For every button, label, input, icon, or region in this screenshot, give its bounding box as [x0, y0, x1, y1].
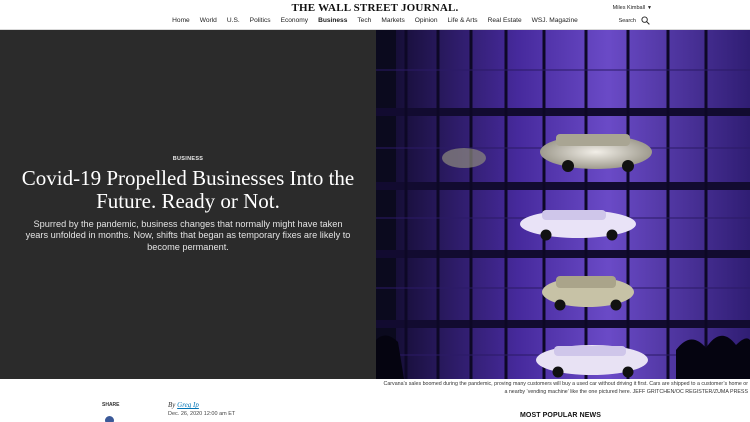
site-header: THE WALL STREET JOURNAL. Miles Kimball ▼ …: [0, 0, 750, 30]
facebook-share-icon[interactable]: [105, 416, 114, 422]
nav-item-politics[interactable]: Politics: [250, 17, 271, 24]
nav-item-real-estate[interactable]: Real Estate: [488, 17, 522, 24]
byline: By Greg Ip: [168, 401, 199, 409]
share-label: SHARE: [102, 402, 120, 408]
nav-item-u-s[interactable]: U.S.: [227, 17, 240, 24]
user-name: Miles Kimball: [612, 5, 646, 11]
publish-date: Dec. 26, 2020 12:00 am ET: [168, 411, 236, 417]
photo-caption: Carvana’s sales boomed during the pandem…: [383, 381, 748, 395]
author-link[interactable]: Greg Ip: [177, 401, 199, 409]
search-label: Search: [618, 17, 636, 24]
nav-item-business[interactable]: Business: [318, 17, 347, 24]
search-icon: [641, 16, 650, 25]
article-dek: Spurred by the pandemic, business change…: [25, 218, 351, 252]
byline-prefix: By: [168, 401, 176, 409]
article-headline: Covid-19 Propelled Businesses Into the F…: [21, 165, 355, 213]
most-popular-heading: MOST POPULAR NEWS: [520, 412, 602, 419]
hero-photo: [376, 30, 750, 379]
caret-down-icon: ▼: [647, 5, 652, 11]
nav-item-wsj-magazine[interactable]: WSJ. Magazine: [532, 17, 578, 24]
nav-item-life-arts[interactable]: Life & Arts: [448, 17, 478, 24]
nav-item-opinion[interactable]: Opinion: [415, 17, 438, 24]
search-button[interactable]: Search: [619, 16, 650, 25]
hero-text-panel: BUSINESS Covid-19 Propelled Businesses I…: [0, 30, 376, 379]
nav-item-economy[interactable]: Economy: [281, 17, 309, 24]
nav-item-home[interactable]: Home: [172, 17, 190, 24]
section-label[interactable]: BUSINESS: [173, 156, 204, 162]
user-menu[interactable]: Miles Kimball ▼: [613, 5, 652, 11]
nav-item-world[interactable]: World: [200, 17, 217, 24]
nav-item-markets[interactable]: Markets: [381, 17, 404, 24]
car-vending-tower-photo: [376, 30, 750, 379]
nav-item-tech[interactable]: Tech: [357, 17, 371, 24]
